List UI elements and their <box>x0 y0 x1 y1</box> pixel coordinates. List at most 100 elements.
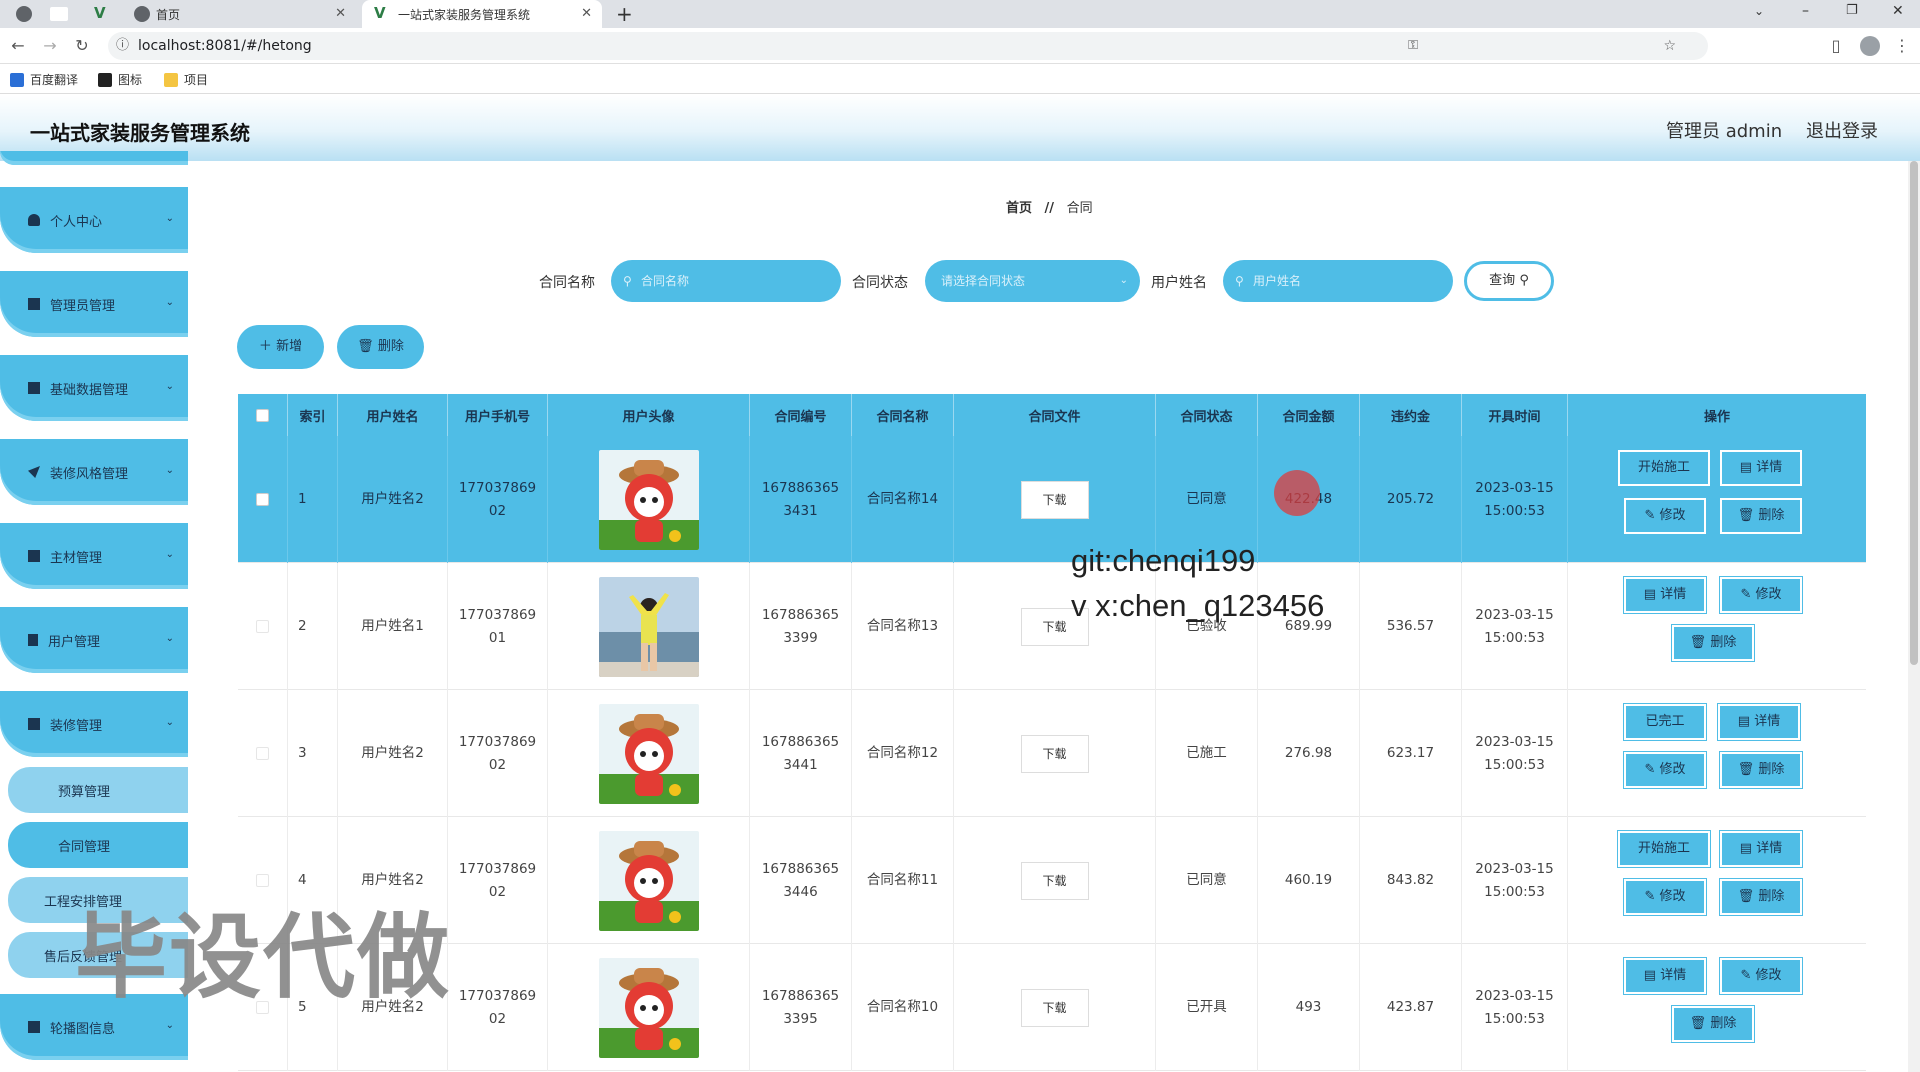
scrollbar-thumb[interactable] <box>1910 161 1918 665</box>
logout-link[interactable]: 退出登录 <box>1806 117 1878 143</box>
avatar-cartoon-image[interactable] <box>598 830 699 931</box>
completed-button[interactable]: 已完工 <box>1624 704 1706 740</box>
submenu-contract[interactable]: 合同管理 <box>8 822 188 868</box>
user-name-cell: 用户姓名1 <box>338 563 448 690</box>
detail-icon: ▤ <box>1643 587 1657 602</box>
query-button[interactable]: 查询 ⚲ <box>1464 261 1554 301</box>
penalty-cell: 205.72 <box>1360 436 1462 563</box>
forward-icon[interactable]: → <box>40 36 60 56</box>
row-delete-button[interactable]: 🗑 删除 <box>1720 879 1802 915</box>
avatar-cartoon-image[interactable] <box>598 449 699 550</box>
avatar-cartoon-image[interactable] <box>598 703 699 804</box>
sidebar-item-personal[interactable]: 个人中心 ⌄ <box>0 187 188 253</box>
row-select-cell[interactable] <box>238 436 288 563</box>
close-window-icon[interactable]: ✕ <box>1892 3 1904 19</box>
table-row[interactable]: 3 用户姓名2 177037869 02 167886365 3441 合同名称12… <box>238 690 1866 817</box>
phone-cell: 177037869 01 <box>448 563 548 690</box>
select-all-header[interactable] <box>238 394 288 436</box>
edit-button[interactable]: ✎ 修改 <box>1624 879 1706 915</box>
download-button[interactable]: 下载 <box>1020 480 1089 519</box>
sidebar-item-style[interactable]: 装修风格管理 ⌄ <box>0 439 188 505</box>
contract-name-label: 合同名称 <box>539 275 595 291</box>
vue-icon[interactable]: V <box>94 4 106 22</box>
more-icon[interactable]: ⋮ <box>1892 36 1912 56</box>
row-delete-button[interactable]: 🗑 删除 <box>1672 1006 1754 1042</box>
start-construction-button[interactable]: 开始施工 <box>1618 831 1710 867</box>
row-select-cell[interactable] <box>238 690 288 817</box>
restore-icon[interactable]: ❐ <box>1846 3 1858 18</box>
detail-button[interactable]: ▤ 详情 <box>1718 704 1800 740</box>
select-all-checkbox[interactable] <box>256 408 269 422</box>
trash-icon: 🗑 <box>1737 762 1755 777</box>
new-tab-button[interactable]: + <box>616 2 633 26</box>
operations-cell: ▤ 详情 ✎ 修改 🗑 删除 <box>1568 944 1866 1071</box>
table-row[interactable]: 4 用户姓名2 177037869 02 167886365 3446 合同名称11… <box>238 817 1866 944</box>
edit-button[interactable]: ✎ 修改 <box>1624 752 1706 788</box>
sidebar-item-admin[interactable]: 管理员管理 ⌄ <box>0 271 188 337</box>
row-checkbox[interactable] <box>256 747 269 760</box>
contract-status-select[interactable]: 请选择合同状态 ⌄ <box>925 260 1140 302</box>
close-icon[interactable]: ✕ <box>581 6 592 21</box>
sidebar-item-basic-data[interactable]: 基础数据管理 ⌄ <box>0 355 188 421</box>
start-construction-button[interactable]: 开始施工 <box>1618 450 1710 486</box>
trash-icon <box>28 634 38 646</box>
sidebar-item-decoration[interactable]: 装修管理 ⌄ <box>0 691 188 757</box>
detail-button[interactable]: ▤ 详情 <box>1720 831 1802 867</box>
breadcrumb-home[interactable]: 首页 <box>1006 201 1032 216</box>
add-button[interactable]: ＋ 新增 <box>237 325 324 369</box>
profile-icon[interactable] <box>1860 36 1880 56</box>
sidepanel-icon[interactable]: ▯ <box>1826 36 1846 56</box>
row-delete-button[interactable]: 🗑 删除 <box>1720 498 1802 534</box>
tab-home[interactable]: 首页 ✕ <box>124 0 356 28</box>
edit-button[interactable]: ✎ 修改 <box>1720 577 1802 613</box>
blank-tab-icon[interactable] <box>50 7 68 21</box>
row-select-cell[interactable] <box>238 563 288 690</box>
bookmark-item[interactable]: 项目 <box>164 71 208 88</box>
table-row[interactable]: 2 用户姓名1 177037869 01 167886365 3399 合同名称13… <box>238 563 1866 690</box>
operations-cell: ▤ 详情 ✎ 修改 🗑 删除 <box>1568 563 1866 690</box>
user-name-input[interactable]: ⚲ 用户姓名 <box>1223 260 1453 302</box>
table-row[interactable]: 5 用户姓名2 177037869 02 167886365 3395 合同名称10… <box>238 944 1866 1071</box>
detail-button[interactable]: ▤ 详情 <box>1624 958 1706 994</box>
operations-cell: 开始施工 ▤ 详情 ✎ 修改 🗑 删除 <box>1568 436 1866 563</box>
edit-button[interactable]: ✎ 修改 <box>1720 958 1802 994</box>
table-row[interactable]: 1 用户姓名2 177037869 02 167886365 3431 合同名称14… <box>238 436 1866 563</box>
delete-button[interactable]: 🗑 删除 <box>337 325 424 369</box>
contract-name-cell: 合同名称11 <box>852 817 954 944</box>
info-icon[interactable]: ⓘ <box>116 32 129 60</box>
row-delete-button[interactable]: 🗑 删除 <box>1672 625 1754 661</box>
star-icon[interactable]: ☆ <box>1663 32 1676 60</box>
sidebar-item-users[interactable]: 用户管理 ⌄ <box>0 607 188 673</box>
reload-icon[interactable]: ↻ <box>72 36 92 56</box>
contract-name-input[interactable]: ⚲ 合同名称 <box>611 260 841 302</box>
submenu-budget[interactable]: 预算管理 <box>8 767 188 813</box>
download-button[interactable]: 下载 <box>1020 861 1089 900</box>
penalty-cell: 536.57 <box>1360 563 1462 690</box>
page-scrollbar[interactable] <box>1908 161 1920 1072</box>
avatar-photo-image[interactable] <box>598 576 699 677</box>
row-delete-button[interactable]: 🗑 删除 <box>1720 752 1802 788</box>
url-field[interactable]: ⓘ localhost:8081/#/hetong ⚿ ☆ <box>108 32 1708 60</box>
sidebar-item-material[interactable]: 主材管理 ⌄ <box>0 523 188 589</box>
detail-button[interactable]: ▤ 详情 <box>1720 450 1802 486</box>
minimize-icon[interactable]: – <box>1802 3 1809 19</box>
tab-search-icon[interactable]: ⌄ <box>1754 4 1764 18</box>
download-button[interactable]: 下载 <box>1020 988 1089 1027</box>
key-icon[interactable]: ⚿ <box>1408 32 1418 60</box>
bookmark-item[interactable]: 百度翻译 <box>10 71 78 88</box>
phone-cell: 177037869 02 <box>448 944 548 1071</box>
avatar-cell <box>548 817 750 944</box>
detail-button[interactable]: ▤ 详情 <box>1624 577 1706 613</box>
row-checkbox[interactable] <box>256 493 269 506</box>
row-checkbox[interactable] <box>256 620 269 633</box>
contract-no-cell: 167886365 3441 <box>750 690 852 817</box>
bookmark-item[interactable]: 图标 <box>98 71 142 88</box>
globe-icon[interactable] <box>16 6 32 22</box>
edit-button[interactable]: ✎ 修改 <box>1624 498 1706 534</box>
avatar-cartoon-image[interactable] <box>598 957 699 1058</box>
avatar-cell <box>548 944 750 1071</box>
tab-current[interactable]: V 一站式家装服务管理系统 ✕ <box>362 0 602 28</box>
close-icon[interactable]: ✕ <box>335 6 346 21</box>
back-icon[interactable]: ← <box>8 36 28 56</box>
download-button[interactable]: 下载 <box>1020 734 1089 773</box>
